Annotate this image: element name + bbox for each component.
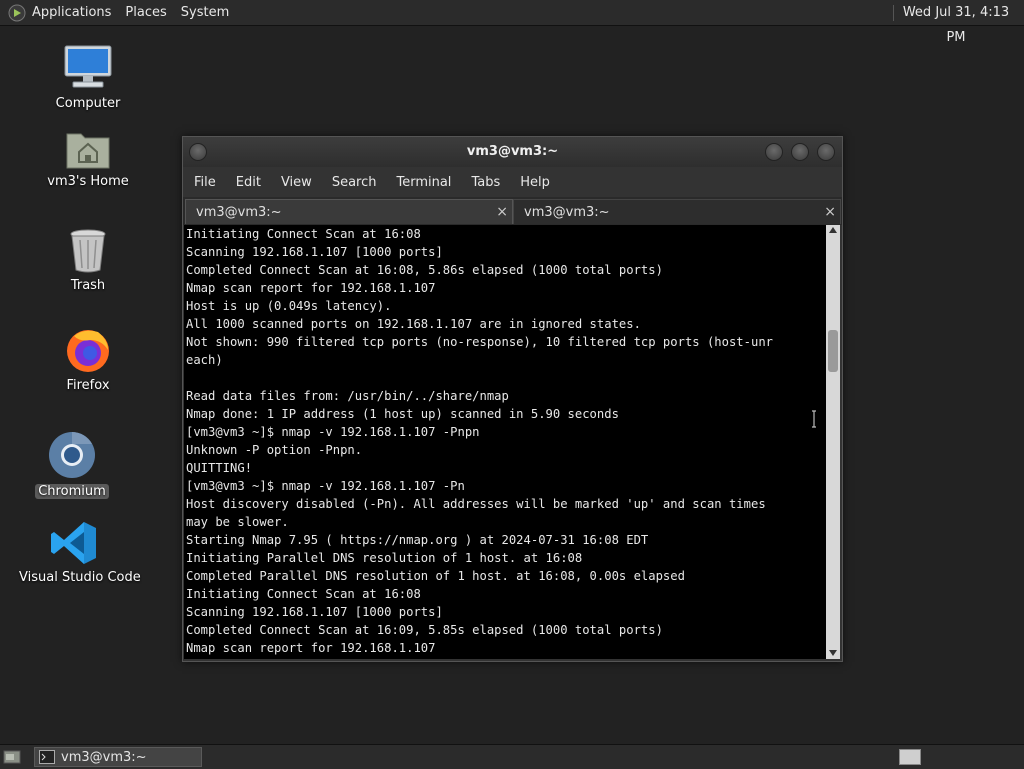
minimize-button[interactable] (765, 143, 783, 161)
desktop-icon-label: Visual Studio Code (19, 570, 141, 585)
close-button[interactable] (817, 143, 835, 161)
distro-logo-icon[interactable] (8, 4, 26, 22)
terminal-app-icon (39, 750, 55, 764)
tab-close-icon[interactable]: × (496, 200, 508, 225)
trash-icon (70, 229, 106, 273)
terminal-tab-1[interactable]: vm3@vm3:~ × (185, 199, 513, 224)
terminal-tabbar: vm3@vm3:~ × vm3@vm3:~ × (183, 197, 842, 225)
desktop-icon-label: Trash (70, 278, 106, 293)
terminal-output[interactable]: Initiating Connect Scan at 16:08 Scannin… (184, 225, 826, 657)
desktop-icon-computer[interactable]: Computer (38, 44, 138, 111)
desktop-icon-vscode[interactable]: Visual Studio Code (16, 520, 141, 585)
scroll-up-arrow-icon[interactable] (829, 227, 837, 233)
desktop-icon-trash[interactable]: Trash (38, 228, 138, 293)
scroll-down-arrow-icon[interactable] (829, 650, 837, 656)
menu-search[interactable]: Search (332, 175, 377, 190)
terminal-tab-2[interactable]: vm3@vm3:~ × (513, 199, 841, 224)
tab-close-icon[interactable]: × (824, 200, 836, 225)
places-menu[interactable]: Places (125, 5, 166, 20)
taskbar-item-label: vm3@vm3:~ (61, 749, 147, 765)
terminal-window[interactable]: vm3@vm3:~ File Edit View Search Terminal… (182, 136, 843, 662)
desktop-icon-firefox[interactable]: Firefox (38, 326, 138, 393)
menu-view[interactable]: View (281, 175, 312, 190)
menu-file[interactable]: File (194, 175, 216, 190)
panel-clock[interactable]: Wed Jul 31, 4:13 PM (892, 0, 1020, 45)
firefox-icon (67, 330, 109, 372)
desktop-icon-chromium[interactable]: Chromium (22, 430, 122, 499)
terminal-menubar: File Edit View Search Terminal Tabs Help (183, 167, 842, 197)
show-desktop-icon[interactable] (3, 749, 21, 765)
taskbar-item-terminal[interactable]: vm3@vm3:~ (34, 747, 202, 767)
menu-terminal[interactable]: Terminal (396, 175, 451, 190)
maximize-button[interactable] (791, 143, 809, 161)
tab-label: vm3@vm3:~ (196, 205, 282, 220)
home-folder-icon (66, 133, 110, 169)
desktop-icon-label: vm3's Home (47, 174, 129, 189)
system-menu[interactable]: System (181, 5, 229, 20)
desktop-icon-label: Chromium (35, 484, 109, 499)
desktop-icon-label: Firefox (66, 378, 110, 393)
scrollbar-thumb[interactable] (828, 330, 838, 372)
menu-tabs[interactable]: Tabs (471, 175, 500, 190)
bottom-panel: vm3@vm3:~ (0, 744, 1024, 769)
desktop-icon-home[interactable]: vm3's Home (38, 128, 138, 189)
terminal-scrollbar[interactable] (826, 225, 840, 659)
tab-label: vm3@vm3:~ (524, 205, 610, 220)
menu-help[interactable]: Help (520, 175, 550, 190)
workspace-switcher[interactable] (899, 749, 921, 765)
window-titlebar[interactable]: vm3@vm3:~ (183, 137, 842, 167)
chromium-icon (49, 432, 95, 478)
window-title: vm3@vm3:~ (466, 144, 559, 159)
applications-menu[interactable]: Applications (32, 5, 111, 20)
top-panel: Applications Places System Wed Jul 31, 4… (0, 0, 1024, 45)
desktop-icon-label: Computer (55, 96, 121, 111)
text-cursor-icon (812, 410, 816, 428)
vscode-icon (51, 522, 96, 564)
menu-edit[interactable]: Edit (236, 175, 261, 190)
computer-icon (64, 45, 112, 88)
terminal-output-area[interactable]: Initiating Connect Scan at 16:08 Scannin… (184, 225, 826, 659)
